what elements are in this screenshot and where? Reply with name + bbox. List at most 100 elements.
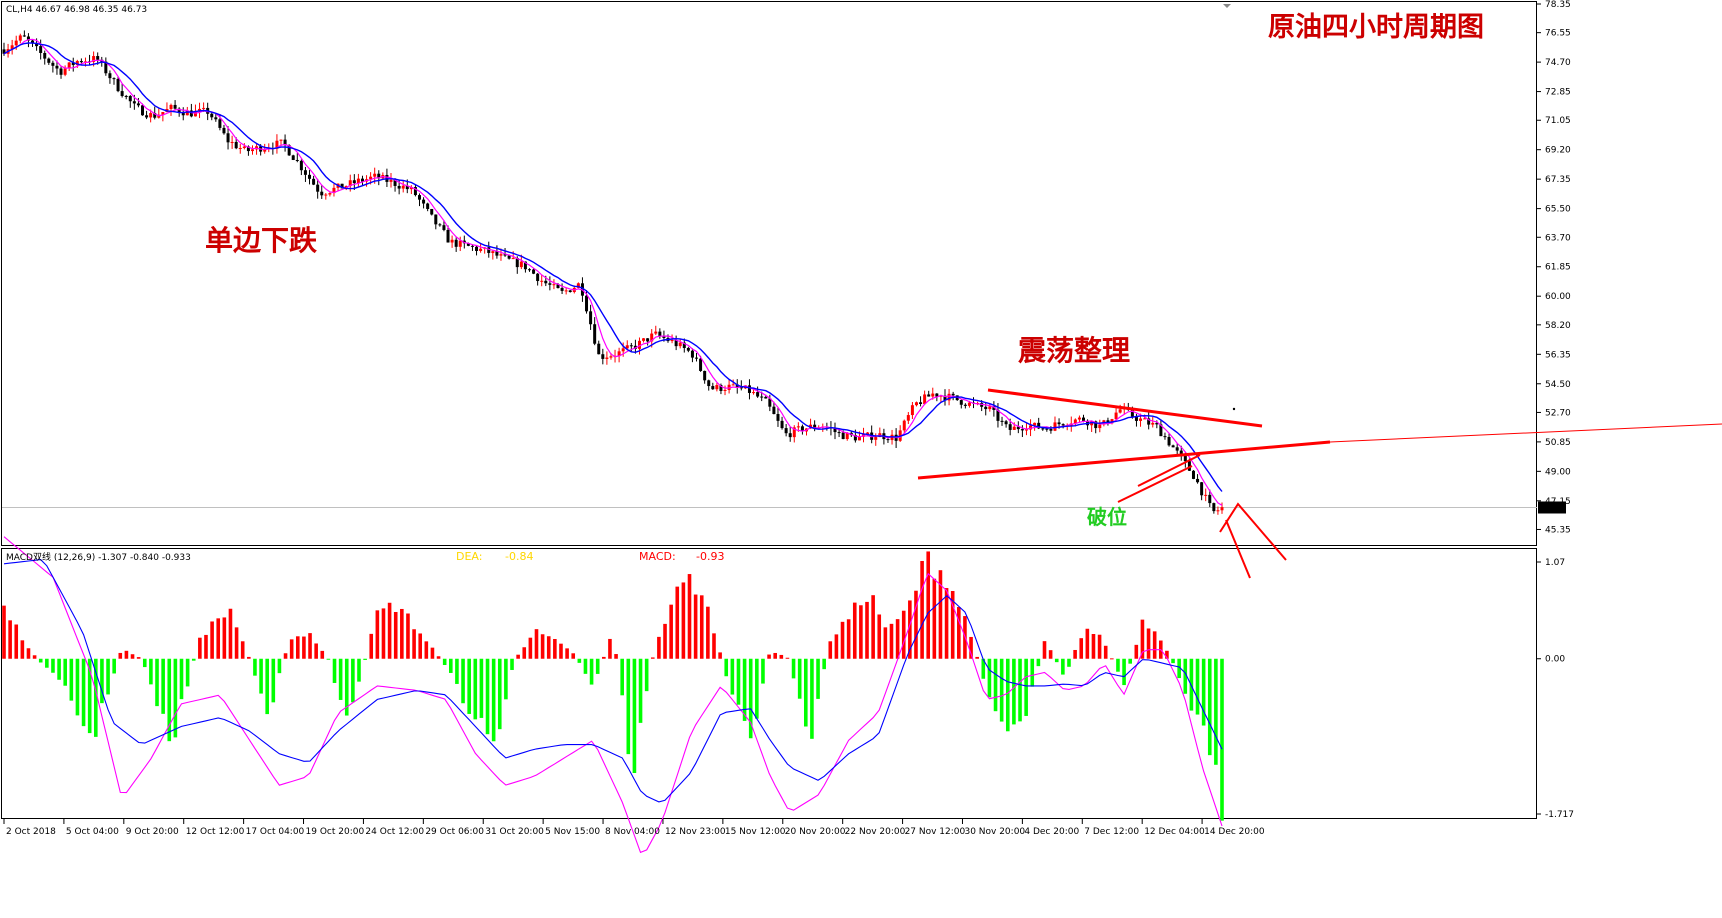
- candle-body: [544, 280, 548, 284]
- macd-histogram-bar: [571, 653, 576, 659]
- macd-histogram-bar: [761, 658, 765, 684]
- candle-body: [214, 117, 218, 120]
- candle-body: [55, 65, 59, 69]
- macd-histogram-bar: [718, 652, 722, 659]
- macd-histogram-bar: [393, 611, 398, 659]
- macd-histogram-bar: [124, 650, 129, 659]
- macd-histogram-bar: [1195, 658, 1200, 715]
- macd-histogram-bar: [112, 658, 116, 674]
- macd-histogram-bar: [234, 627, 239, 659]
- candle-body: [532, 269, 536, 274]
- chart-title: 原油四小时周期图: [1268, 12, 1484, 43]
- candle-body: [678, 342, 682, 347]
- macd-histogram-bar: [1030, 658, 1035, 687]
- candle-body: [519, 261, 523, 268]
- candle-body: [1175, 447, 1179, 451]
- candle-body: [686, 347, 690, 351]
- candle-body: [703, 370, 707, 381]
- candle-body: [764, 396, 768, 399]
- candle-body: [707, 380, 711, 387]
- candle-body: [51, 62, 55, 66]
- macd-histogram-bar: [620, 658, 624, 696]
- macd-histogram-bar: [736, 658, 741, 705]
- candle-body: [316, 184, 320, 192]
- macd-histogram-bar: [1134, 644, 1139, 659]
- candle-body: [536, 273, 540, 282]
- candle-body: [418, 195, 422, 200]
- price-tick-label: 76.55: [1545, 29, 1571, 39]
- macd-histogram-bar: [730, 658, 735, 695]
- candle-body: [116, 78, 120, 92]
- price-tick-label: 65.50: [1545, 205, 1571, 215]
- macd-histogram-bar: [1214, 658, 1218, 765]
- time-tick-label: 30 Nov 20:00: [964, 827, 1025, 837]
- candle-body: [173, 104, 177, 109]
- macd-histogram-bar: [473, 658, 478, 720]
- macd-histogram-bar: [1024, 658, 1028, 716]
- macd-histogram-bar: [406, 613, 410, 659]
- candle-body: [568, 290, 572, 293]
- time-tick-label: 7 Dec 12:00: [1084, 827, 1139, 837]
- candle-body: [1163, 436, 1167, 438]
- macd-histogram-bar: [173, 658, 178, 738]
- candle-body: [422, 199, 426, 204]
- candle-body: [291, 155, 295, 160]
- price-tick-label: 63.70: [1545, 233, 1571, 243]
- candle-body: [621, 348, 625, 352]
- macd-histogram-bar: [485, 658, 490, 735]
- macd-histogram-bar: [216, 618, 221, 659]
- macd-histogram-bar: [20, 640, 25, 659]
- candle-body: [642, 338, 646, 341]
- macd-histogram-bar: [583, 658, 588, 674]
- candle-body: [169, 104, 173, 109]
- macd-histogram-bar: [657, 636, 661, 659]
- macd-histogram-bar: [669, 604, 673, 659]
- candle-body: [426, 203, 430, 209]
- macd-histogram-bar: [130, 654, 135, 659]
- candle-body: [218, 119, 222, 128]
- candle-body: [1008, 424, 1012, 430]
- candle-body: [442, 225, 446, 230]
- candle-body: [1191, 470, 1195, 479]
- macd-histogram-bar: [1110, 658, 1114, 660]
- macd-histogram-bar: [400, 608, 404, 659]
- candle-body: [780, 420, 784, 429]
- candle-body: [548, 283, 552, 285]
- candle-body: [479, 248, 483, 251]
- macd-histogram-bar: [155, 658, 159, 707]
- macd-histogram-bar: [295, 636, 300, 659]
- macd-histogram-bar: [1171, 658, 1175, 664]
- macd-histogram-bar: [681, 582, 686, 659]
- macd-histogram-bar: [381, 608, 386, 659]
- candle-body: [389, 179, 393, 182]
- candle-body: [919, 402, 923, 405]
- macd-histogram-bar: [1207, 658, 1212, 756]
- candle-body: [597, 343, 601, 355]
- macd-histogram-bar: [834, 634, 839, 659]
- annotation-trend: 单边下跌: [205, 224, 317, 257]
- price-tick-label: 56.35: [1545, 350, 1571, 360]
- macd-histogram-bar: [755, 658, 759, 719]
- macd-histogram-bar: [222, 617, 227, 659]
- macd-histogram-bar: [1122, 658, 1126, 686]
- macd-histogram-bar: [602, 656, 606, 659]
- macd-histogram-bar: [675, 586, 680, 659]
- macd-histogram-bar: [932, 578, 937, 659]
- time-tick-label: 12 Oct 12:00: [186, 827, 245, 837]
- macd-histogram-bar: [81, 658, 86, 727]
- time-tick-label: 15 Nov 12:00: [725, 827, 786, 837]
- candle-body: [605, 357, 609, 359]
- macd-tick-label: -1.717: [1545, 810, 1574, 820]
- candle-body: [589, 311, 593, 325]
- macd-histogram-bar: [1054, 658, 1059, 663]
- candle-body: [910, 405, 914, 416]
- macd-histogram-bar: [136, 657, 141, 659]
- annotation-breakdown: 破位: [1087, 505, 1127, 529]
- candle-body: [373, 173, 377, 177]
- macd-histogram-bar: [706, 606, 710, 659]
- candle-body: [593, 324, 597, 344]
- price-tick-label: 71.05: [1545, 116, 1571, 126]
- candle-body: [230, 141, 234, 143]
- macd-histogram-bar: [859, 605, 863, 659]
- candle-body: [39, 46, 43, 53]
